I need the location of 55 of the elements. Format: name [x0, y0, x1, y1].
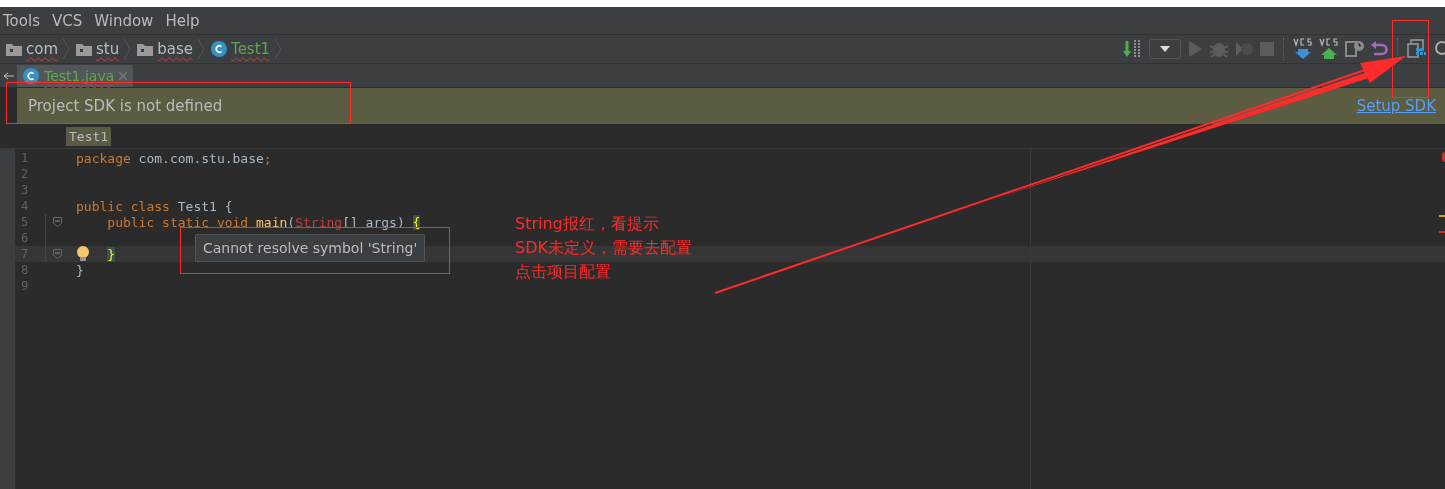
- banner-message: Project SDK is not defined: [28, 97, 223, 115]
- run-icon[interactable]: [1187, 40, 1203, 58]
- annotation-text: 点击项目配置: [515, 261, 612, 283]
- menu-item[interactable]: VCS: [51, 11, 83, 30]
- folder-icon: [6, 42, 22, 56]
- breadcrumb-item[interactable]: com: [26, 40, 59, 58]
- annotation-text: String报红，看提示: [515, 213, 660, 235]
- breadcrumb-item[interactable]: Test1: [66, 126, 112, 146]
- coverage-icon[interactable]: [1235, 40, 1253, 58]
- search-icon[interactable]: [1433, 40, 1445, 58]
- breadcrumb-item[interactable]: Test1: [231, 40, 271, 58]
- project-structure-icon[interactable]: [1407, 39, 1427, 59]
- back-arrow-icon[interactable]: [3, 71, 14, 80]
- annotation-text: SDK未定义，需要去配置: [515, 237, 692, 259]
- vcs-update-icon[interactable]: [1293, 38, 1313, 60]
- chevron-icon: [62, 39, 71, 59]
- error-marker[interactable]: [1442, 152, 1445, 162]
- run-config-dropdown[interactable]: [1149, 39, 1181, 59]
- folder-icon: [137, 42, 154, 56]
- close-icon[interactable]: [119, 72, 128, 80]
- line-number: 2: [20, 167, 30, 181]
- stop-icon[interactable]: [1259, 41, 1275, 57]
- vcs-commit-icon[interactable]: [1319, 38, 1339, 60]
- menu-item[interactable]: Tools: [3, 11, 40, 30]
- lightbulb-icon[interactable]: [76, 246, 90, 262]
- bug-icon[interactable]: [1209, 40, 1229, 58]
- breadcrumb-item[interactable]: stu: [96, 40, 120, 58]
- warning-marker[interactable]: [1439, 215, 1445, 217]
- chevron-icon: [123, 39, 132, 59]
- error-tooltip: Cannot resolve symbol 'String': [195, 234, 426, 262]
- menu-item[interactable]: Help: [165, 11, 200, 30]
- line-number: 6: [20, 231, 30, 245]
- line-number: 8: [20, 263, 30, 277]
- breadcrumb-item[interactable]: base: [157, 40, 193, 58]
- undo-icon[interactable]: [1371, 40, 1389, 58]
- menu-item[interactable]: Window: [94, 11, 154, 30]
- folder-icon: [76, 42, 93, 56]
- class-icon: [211, 41, 227, 57]
- line-number: 5: [20, 215, 30, 229]
- fold-icon[interactable]: [53, 249, 62, 259]
- sort-icon[interactable]: [1123, 39, 1143, 59]
- error-marker[interactable]: [1439, 231, 1445, 233]
- chevron-icon: [274, 39, 283, 59]
- code-line: public class Test1 {: [76, 198, 233, 214]
- line-number: 3: [20, 183, 30, 197]
- history-icon[interactable]: [1345, 40, 1365, 58]
- code-line: package com.com.stu.base;: [76, 150, 272, 166]
- fold-icon[interactable]: [53, 217, 62, 227]
- class-icon: [23, 68, 39, 84]
- line-number: 1: [20, 151, 30, 165]
- chevron-icon: [197, 39, 205, 59]
- line-number: 9: [20, 279, 30, 293]
- caret-icon: [1160, 46, 1170, 52]
- line-number: 4: [20, 199, 30, 213]
- code-line: }: [76, 262, 84, 278]
